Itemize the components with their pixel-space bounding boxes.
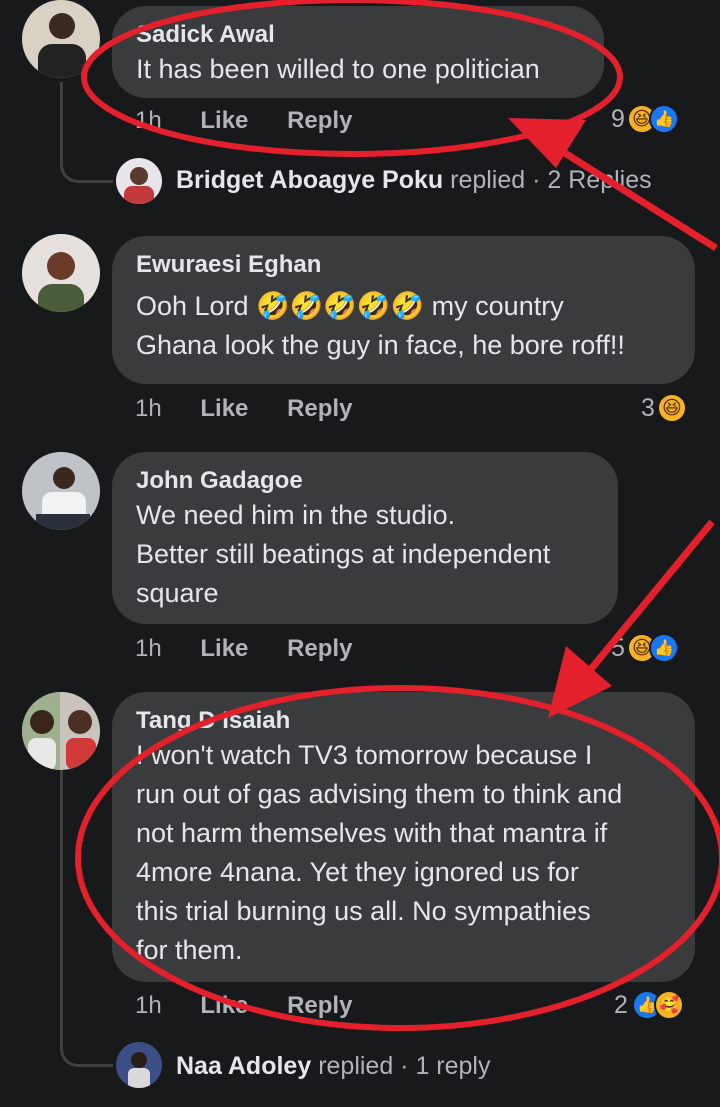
annotation-ellipse-bottom <box>75 685 720 1031</box>
annotation-arrow-bottom-shaft <box>579 519 715 683</box>
annotation-overlay <box>75 0 720 1031</box>
annotation-arrow-top-shaft <box>558 147 718 251</box>
